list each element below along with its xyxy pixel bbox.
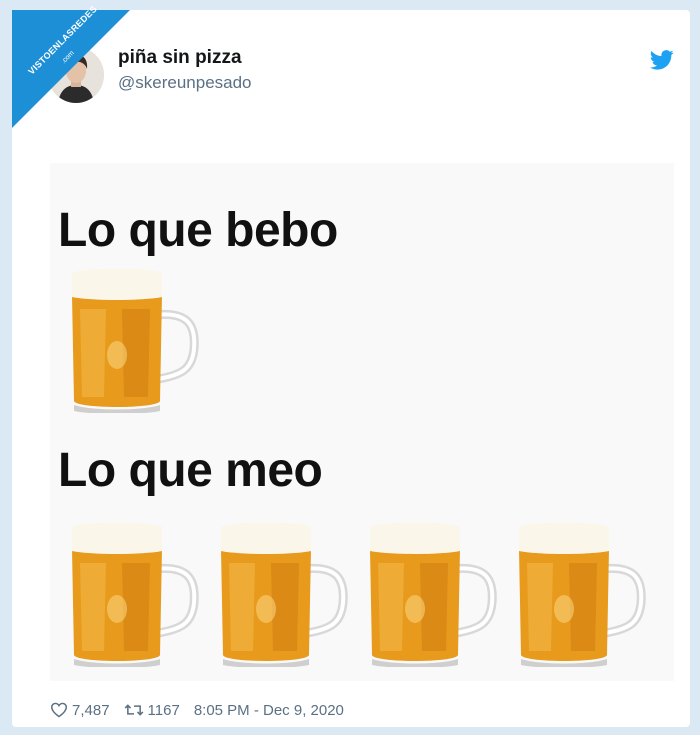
beer-mug-icon	[221, 522, 348, 667]
tweet-card: VISTOENLASREDES .com piña sin pizza @ske…	[12, 4, 690, 727]
twitter-bird-icon[interactable]	[650, 50, 674, 70]
heart-icon[interactable]	[50, 702, 68, 718]
meme-caption-bottom: Lo que meo	[58, 444, 323, 497]
retweet-icon[interactable]	[124, 702, 144, 718]
like-count: 7,487	[72, 701, 110, 719]
display-name[interactable]: piña sin pizza	[118, 47, 242, 69]
user-handle[interactable]: @skereunpesado	[118, 73, 252, 93]
retweet-count: 1167	[147, 701, 180, 719]
beer-mug-icon	[72, 522, 199, 667]
meme-image[interactable]: Lo que bebo Lo que meo	[50, 163, 674, 681]
beer-mug-icon	[519, 522, 646, 667]
beer-mug-icon	[370, 522, 497, 667]
tweet-timestamp[interactable]: 8:05 PM - Dec 9, 2020	[194, 702, 344, 719]
meme-caption-top: Lo que bebo	[58, 204, 338, 257]
tweet-meta: 7,487 1167 8:05 PM - Dec 9, 2020	[50, 700, 348, 720]
beer-mug-icon	[72, 268, 199, 413]
